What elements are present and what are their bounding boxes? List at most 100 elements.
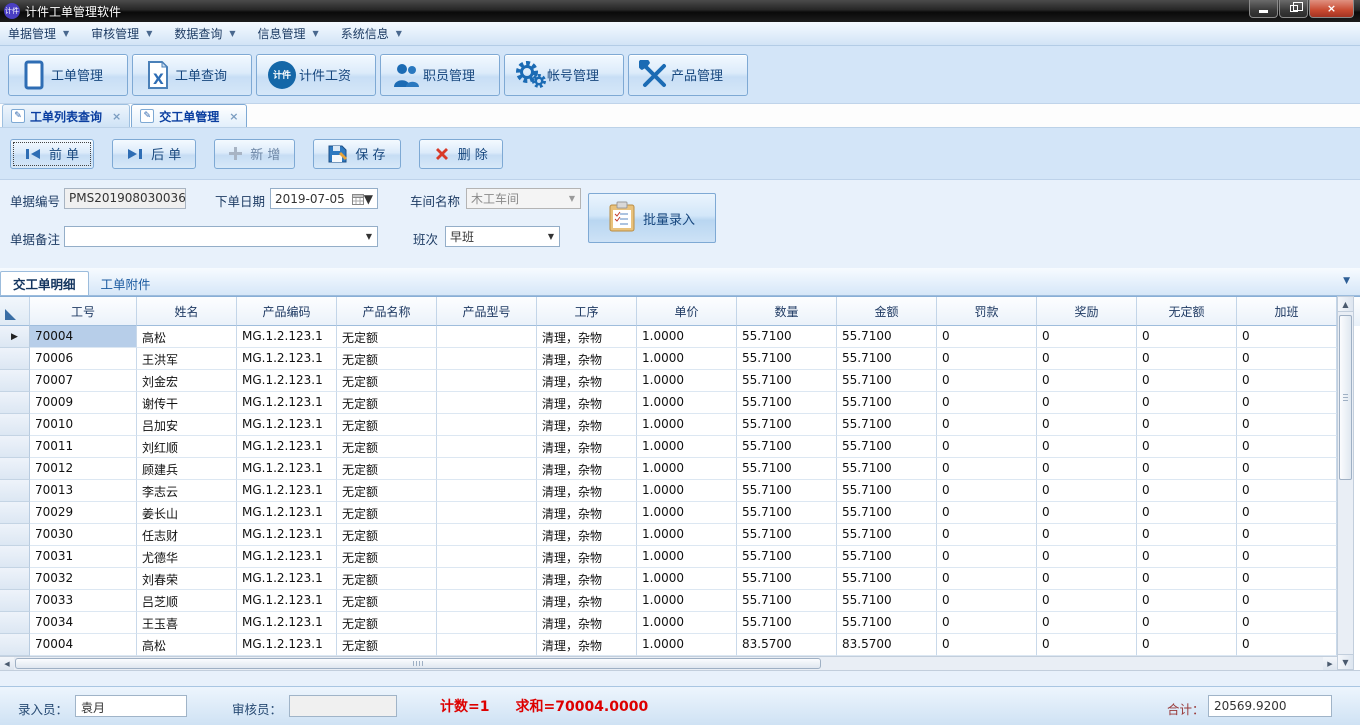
- cell[interactable]: 55.7100: [737, 502, 837, 524]
- cell[interactable]: 清理，杂物: [537, 568, 637, 590]
- horizontal-scroll-thumb[interactable]: [15, 658, 821, 669]
- cell[interactable]: MG.1.2.123.1: [237, 326, 337, 348]
- cell[interactable]: MG.1.2.123.1: [237, 546, 337, 568]
- cell[interactable]: 55.7100: [737, 612, 837, 634]
- cell[interactable]: 1.0000: [637, 436, 737, 458]
- menu-item-query[interactable]: 数据查询▼: [174, 25, 235, 42]
- cell[interactable]: 0: [937, 502, 1037, 524]
- table-row[interactable]: 70029姜长山MG.1.2.123.1无定额清理，杂物1.000055.710…: [0, 502, 1360, 524]
- cell[interactable]: 0: [1037, 392, 1137, 414]
- chevron-down-icon[interactable]: ▼: [1343, 276, 1350, 286]
- cell[interactable]: 55.7100: [737, 480, 837, 502]
- cell[interactable]: 55.7100: [737, 524, 837, 546]
- cell[interactable]: 0: [1037, 634, 1137, 656]
- cell[interactable]: 0: [937, 458, 1037, 480]
- cell[interactable]: 0: [1037, 348, 1137, 370]
- cell[interactable]: 0: [1237, 524, 1337, 546]
- cell[interactable]: 0: [1237, 634, 1337, 656]
- cell[interactable]: [437, 568, 537, 590]
- cell[interactable]: 0: [1237, 590, 1337, 612]
- row-selector[interactable]: ▶: [0, 326, 30, 348]
- cell[interactable]: MG.1.2.123.1: [237, 392, 337, 414]
- cell[interactable]: 1.0000: [637, 502, 737, 524]
- table-row[interactable]: 70033吕芝顺MG.1.2.123.1无定额清理，杂物1.000055.710…: [0, 590, 1360, 612]
- cell[interactable]: [437, 480, 537, 502]
- cell[interactable]: 0: [1137, 348, 1237, 370]
- minimize-button[interactable]: [1249, 0, 1278, 18]
- shift-select[interactable]: 早班 ▼: [445, 226, 560, 247]
- row-selector[interactable]: [0, 414, 30, 436]
- piecework-wage-button[interactable]: 计件 计件工资: [256, 54, 376, 96]
- cell[interactable]: 0: [1237, 480, 1337, 502]
- column-header-6[interactable]: 单价: [637, 297, 737, 326]
- cell[interactable]: 0: [1237, 568, 1337, 590]
- cell[interactable]: 0: [937, 414, 1037, 436]
- cell[interactable]: 55.7100: [737, 370, 837, 392]
- column-header-0[interactable]: 工号: [30, 297, 137, 326]
- cell[interactable]: 0: [1137, 634, 1237, 656]
- table-row[interactable]: 70013李志云MG.1.2.123.1无定额清理，杂物1.000055.710…: [0, 480, 1360, 502]
- cell[interactable]: 0: [1237, 546, 1337, 568]
- table-row[interactable]: 70007刘金宏MG.1.2.123.1无定额清理，杂物1.000055.710…: [0, 370, 1360, 392]
- cell[interactable]: 1.0000: [637, 348, 737, 370]
- cell[interactable]: MG.1.2.123.1: [237, 568, 337, 590]
- cell[interactable]: 70006: [30, 348, 137, 370]
- cell[interactable]: 无定额: [337, 568, 437, 590]
- order-date-picker[interactable]: 2019-07-05 ▼: [270, 188, 378, 209]
- account-manage-button[interactable]: 帐号管理: [504, 54, 624, 96]
- table-row[interactable]: 70010吕加安MG.1.2.123.1无定额清理，杂物1.000055.710…: [0, 414, 1360, 436]
- cell[interactable]: [437, 348, 537, 370]
- cell[interactable]: 1.0000: [637, 392, 737, 414]
- cell[interactable]: 0: [1237, 348, 1337, 370]
- column-header-8[interactable]: 金额: [837, 297, 937, 326]
- cell[interactable]: 0: [1037, 370, 1137, 392]
- close-button[interactable]: ×: [1309, 0, 1354, 18]
- cell[interactable]: 0: [937, 370, 1037, 392]
- cell[interactable]: 0: [1037, 480, 1137, 502]
- cell[interactable]: MG.1.2.123.1: [237, 370, 337, 392]
- cell[interactable]: MG.1.2.123.1: [237, 348, 337, 370]
- cell[interactable]: 1.0000: [637, 634, 737, 656]
- cell[interactable]: 1.0000: [637, 568, 737, 590]
- entry-clerk-field[interactable]: 袁月: [75, 695, 187, 717]
- vertical-scroll-thumb[interactable]: [1339, 315, 1352, 480]
- cell[interactable]: 清理，杂物: [537, 414, 637, 436]
- cell[interactable]: 0: [1137, 524, 1237, 546]
- cell[interactable]: 83.5700: [737, 634, 837, 656]
- save-button[interactable]: 保 存: [313, 139, 400, 169]
- cell[interactable]: 0: [1137, 612, 1237, 634]
- cell[interactable]: 0: [1037, 524, 1137, 546]
- cell[interactable]: 70009: [30, 392, 137, 414]
- cell[interactable]: 0: [1237, 436, 1337, 458]
- tab-work-order-list-query[interactable]: ✎ 工单列表查询 ×: [2, 104, 130, 127]
- menu-item-audit[interactable]: 审核管理▼: [91, 25, 152, 42]
- cell[interactable]: 55.7100: [837, 458, 937, 480]
- cell[interactable]: 王洪军: [137, 348, 237, 370]
- cell[interactable]: MG.1.2.123.1: [237, 634, 337, 656]
- column-header-5[interactable]: 工序: [537, 297, 637, 326]
- cell[interactable]: 1.0000: [637, 370, 737, 392]
- cell[interactable]: 清理，杂物: [537, 458, 637, 480]
- cell[interactable]: 高松: [137, 634, 237, 656]
- column-header-2[interactable]: 产品编码: [237, 297, 337, 326]
- column-header-12[interactable]: 加班: [1237, 297, 1337, 326]
- table-row[interactable]: 70004高松MG.1.2.123.1无定额清理，杂物1.000083.5700…: [0, 634, 1360, 656]
- cell[interactable]: 0: [1137, 326, 1237, 348]
- cell[interactable]: 0: [937, 590, 1037, 612]
- cell[interactable]: 顾建兵: [137, 458, 237, 480]
- table-row[interactable]: 70012顾建兵MG.1.2.123.1无定额清理，杂物1.000055.710…: [0, 458, 1360, 480]
- cell[interactable]: [437, 326, 537, 348]
- cell[interactable]: 55.7100: [837, 612, 937, 634]
- select-all-corner[interactable]: [0, 297, 30, 326]
- cell[interactable]: 清理，杂物: [537, 502, 637, 524]
- cell[interactable]: 55.7100: [737, 414, 837, 436]
- cell[interactable]: 0: [1037, 590, 1137, 612]
- column-header-4[interactable]: 产品型号: [437, 297, 537, 326]
- cell[interactable]: 55.7100: [737, 590, 837, 612]
- cell[interactable]: 0: [1237, 612, 1337, 634]
- cell[interactable]: 高松: [137, 326, 237, 348]
- cell[interactable]: 谢传干: [137, 392, 237, 414]
- table-row[interactable]: 70032刘春荣MG.1.2.123.1无定额清理，杂物1.000055.710…: [0, 568, 1360, 590]
- cell[interactable]: 0: [1137, 436, 1237, 458]
- cell[interactable]: 70007: [30, 370, 137, 392]
